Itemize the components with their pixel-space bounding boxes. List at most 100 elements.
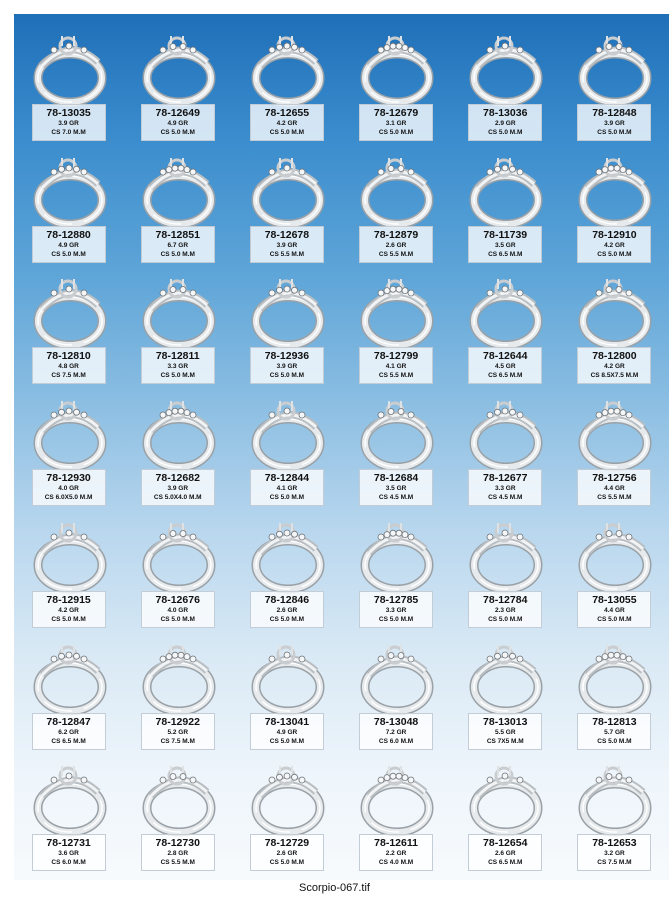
ring-image	[133, 148, 223, 230]
ring-image	[133, 269, 223, 351]
ring-stone-size: CS 5.0 M.M	[51, 615, 86, 623]
ring-code: 78-12930	[46, 472, 91, 485]
ring-weight: 3.9 GR	[276, 241, 298, 249]
ring-image	[24, 391, 114, 473]
ring-stone-size: CS 5.5 M.M	[378, 250, 414, 258]
ring-image	[242, 26, 332, 108]
ring-image	[569, 148, 659, 230]
ring-image	[133, 756, 223, 838]
ring-code: 78-12799	[373, 350, 419, 363]
ring-image	[133, 635, 223, 717]
ring-weight: 4.2 GR	[604, 363, 625, 371]
ring-weight: 2.6 GR	[276, 606, 298, 614]
ring-weight: 3.2 GR	[604, 850, 625, 858]
ring-code: 78-13036	[483, 107, 528, 119]
ring-code: 78-12729	[264, 837, 310, 850]
ring-item: 78-13055 4.4 GR CS 5.0 M.M	[560, 505, 669, 628]
ring-image	[351, 513, 441, 595]
ring-label: 78-12655 4.2 GR CS 5.0 M.M	[249, 104, 324, 141]
ring-stone-size: CS 6.5 M.M	[488, 859, 523, 867]
ring-code: 78-12655	[264, 107, 310, 119]
ring-code: 78-12677	[483, 472, 528, 485]
ring-weight: 3.9 GR	[167, 485, 189, 493]
ring-code: 78-12682	[155, 472, 200, 485]
ring-image	[24, 635, 114, 717]
ring-weight: 3.5 GR	[494, 241, 516, 249]
ring-stone-size: CS 6.5 M.M	[488, 372, 523, 380]
ring-label: 78-12649 4.9 GR CS 5.0 M.M	[140, 104, 215, 141]
ring-weight: 4.9 GR	[167, 120, 189, 127]
ring-item: 78-12649 4.9 GR CS 5.0 M.M	[123, 18, 232, 141]
ring-weight: 3.5 GR	[385, 485, 407, 493]
ring-label: 78-12676 4.0 GR CS 5.0 M.M	[140, 590, 215, 628]
ring-stone-size: CS 5.0 M.M	[269, 494, 305, 502]
ring-image	[569, 391, 659, 473]
ring-label: 78-12811 3.3 GR CS 5.0 M.M	[140, 347, 215, 385]
ring-code: 78-12811	[155, 350, 200, 363]
ring-stone-size: CS 5.0 M.M	[269, 737, 305, 745]
ring-code: 78-11739	[483, 228, 528, 241]
ring-code: 78-12922	[155, 715, 200, 728]
ring-item: 78-12848 3.9 GR CS 5.0 M.M	[560, 18, 669, 141]
ring-label: 78-13036 2.9 GR CS 5.0 M.M	[468, 104, 543, 141]
ring-weight: 4.4 GR	[604, 485, 625, 493]
ring-stone-size: CS 7.5 M.M	[597, 859, 632, 867]
ring-item: 78-12811 3.3 GR CS 5.0 M.M	[123, 261, 232, 385]
ring-code: 78-12810	[46, 350, 91, 363]
ring-image	[133, 26, 223, 108]
ring-weight: 3.3 GR	[167, 363, 189, 371]
ring-image	[569, 513, 659, 595]
ring-stone-size: CS 5.0 M.M	[269, 129, 305, 136]
ring-item: 78-12813 5.7 GR CS 5.0 M.M	[560, 627, 669, 750]
ring-image	[24, 148, 114, 230]
ring-weight: 2.9 GR	[494, 120, 516, 127]
ring-label: 78-12729 2.6 GR CS 5.0 M.M	[249, 834, 324, 872]
ring-stone-size: CS 4.5 M.M	[488, 494, 523, 502]
ring-image	[242, 269, 332, 351]
ring-label: 78-12682 3.9 GR CS 5.0X4.0 M.M	[140, 469, 215, 507]
ring-item: 78-12676 4.0 GR CS 5.0 M.M	[123, 505, 232, 628]
ring-code: 78-12730	[155, 837, 200, 850]
ring-item: 78-12678 3.9 GR CS 5.5 M.M	[232, 140, 341, 263]
ring-weight: 3.9 GR	[604, 120, 625, 127]
ring-weight: 5.2 GR	[167, 728, 189, 736]
ring-image	[24, 269, 114, 351]
ring-item: 78-12682 3.9 GR CS 5.0X4.0 M.M	[123, 383, 232, 507]
ring-code: 78-13048	[373, 715, 419, 728]
ring-weight: 3.9 GR	[58, 120, 79, 127]
ring-item: 78-12910 4.2 GR CS 5.0 M.M	[560, 140, 669, 263]
ring-item: 78-12847 6.2 GR CS 6.5 M.M	[14, 627, 123, 750]
ring-stone-size: CS 5.0 M.M	[597, 615, 632, 623]
ring-label: 78-12731 3.6 GR CS 6.0 M.M	[31, 834, 106, 872]
ring-item: 78-12611 2.2 GR CS 4.0 M.M	[341, 748, 450, 872]
ring-label: 78-12654 2.6 GR CS 6.5 M.M	[468, 834, 543, 872]
ring-label: 78-12611 2.2 GR CS 4.0 M.M	[359, 834, 434, 872]
ring-stone-size: CS 5.0X4.0 M.M	[153, 494, 202, 502]
ring-weight: 2.3 GR	[494, 606, 516, 614]
ring-code: 78-13055	[592, 593, 637, 606]
ring-stone-size: CS 4.0 M.M	[378, 859, 414, 867]
ring-image	[351, 391, 441, 473]
ring-weight: 2.6 GR	[276, 850, 298, 858]
ring-image	[460, 635, 550, 717]
ring-label: 78-12784 2.3 GR CS 5.0 M.M	[468, 590, 543, 628]
ring-image	[133, 513, 223, 595]
ring-code: 78-12936	[264, 350, 310, 363]
ring-item: 78-12930 4.0 GR CS 6.0X5.0 M.M	[14, 383, 123, 507]
ring-weight: 4.0 GR	[167, 606, 189, 614]
ring-item: 78-12731 3.6 GR CS 6.0 M.M	[14, 748, 123, 872]
ring-label: 78-12677 3.3 GR CS 4.5 M.M	[468, 469, 543, 507]
ring-label: 78-12910 4.2 GR CS 5.0 M.M	[577, 225, 652, 263]
ring-stone-size: CS 5.0 M.M	[597, 250, 632, 258]
ring-stone-size: CS 6.0X5.0 M.M	[44, 494, 93, 502]
ring-stone-size: CS 5.0 M.M	[378, 615, 414, 623]
ring-stone-size: CS 5.0 M.M	[488, 129, 523, 136]
ring-item: 78-11739 3.5 GR CS 6.5 M.M	[451, 140, 560, 263]
ring-item: 78-12922 5.2 GR CS 7.5 M.M	[123, 627, 232, 750]
ring-item: 78-12846 2.6 GR CS 5.0 M.M	[232, 505, 341, 628]
ring-stone-size: CS 4.5 M.M	[378, 494, 414, 502]
ring-label: 78-12844 4.1 GR CS 5.0 M.M	[249, 469, 324, 507]
ring-image	[24, 26, 114, 108]
ring-label: 78-12679 3.1 GR CS 5.0 M.M	[359, 104, 434, 141]
ring-item: 78-12677 3.3 GR CS 4.5 M.M	[451, 383, 560, 507]
